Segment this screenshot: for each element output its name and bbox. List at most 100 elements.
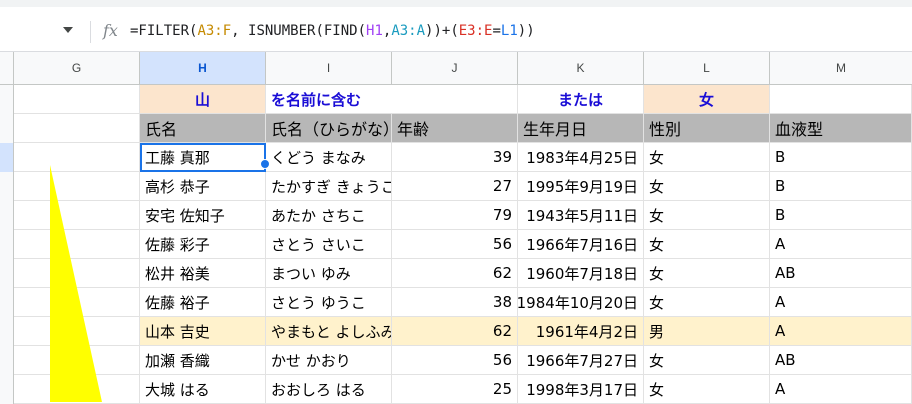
cell-birthdate[interactable]: 1961年4月2日 xyxy=(518,317,644,346)
cell-blood-type[interactable]: A xyxy=(770,317,912,346)
cell-name-hiragana[interactable]: まつい ゆみ xyxy=(266,259,392,288)
cell-g2[interactable] xyxy=(14,114,140,143)
cell-age[interactable]: 39 xyxy=(392,143,518,172)
cell-age[interactable]: 27 xyxy=(392,172,518,201)
cell-birthdate[interactable]: 1960年7月18日 xyxy=(518,259,644,288)
cell-gender[interactable]: 女 xyxy=(644,143,770,172)
criteria-cell-h1[interactable]: 山 xyxy=(140,85,266,114)
cell-name[interactable]: 佐藤 裕子 xyxy=(140,288,266,317)
table-row: 加瀬 香織 かせ かおり 56 1966年7月27日女 AB xyxy=(0,346,912,375)
column-header-m[interactable]: M xyxy=(770,52,912,84)
header-cell-blood-type[interactable]: 血液型 xyxy=(770,114,912,143)
row-header[interactable] xyxy=(0,172,14,201)
column-header-i[interactable]: I xyxy=(266,52,392,84)
cell-birthdate[interactable]: 1943年5月11日 xyxy=(518,201,644,230)
cell-birthdate[interactable]: 1983年4月25日 xyxy=(518,143,644,172)
cell-name[interactable]: 高杉 恭子 xyxy=(140,172,266,201)
table-row: 大城 はる おおしろ はる 25 1998年3月17日女 A xyxy=(0,375,912,404)
yellow-triangle-annotation xyxy=(50,165,102,402)
table-row: 松井 裕美 まつい ゆみ 62 1960年7月18日女 AB xyxy=(0,259,912,288)
header-cell-name-hiragana[interactable]: 氏名（ひらがな） xyxy=(266,114,392,143)
table-row: 安宅 佐知子 あたか さちこ 79 1943年5月11日女 B xyxy=(0,201,912,230)
cell-name[interactable]: 佐藤 彩子 xyxy=(140,230,266,259)
cell-age[interactable]: 56 xyxy=(392,346,518,375)
select-all-corner[interactable] xyxy=(0,52,14,84)
header-cell-gender[interactable]: 性別 xyxy=(644,114,770,143)
row-header[interactable] xyxy=(0,201,14,230)
cell-birthdate[interactable]: 1984年10月20日 xyxy=(518,288,644,317)
cell-name[interactable]: 大城 はる xyxy=(140,375,266,404)
row-header[interactable] xyxy=(0,143,14,172)
header-cell-age[interactable]: 年齢 xyxy=(392,114,518,143)
row-header[interactable] xyxy=(0,375,14,404)
formula-token: A3:F xyxy=(197,23,232,39)
cell-gender[interactable]: 女 xyxy=(644,375,770,404)
row-header[interactable] xyxy=(0,85,14,114)
criteria-cell-k1[interactable]: または xyxy=(518,85,644,114)
cell-age[interactable]: 62 xyxy=(392,317,518,346)
cell-name-hiragana[interactable]: さとう さいこ xyxy=(266,230,392,259)
cell-blood-type[interactable]: B xyxy=(770,172,912,201)
cell-gender[interactable]: 男 xyxy=(644,317,770,346)
fill-handle[interactable] xyxy=(260,159,270,169)
criteria-cell-i1[interactable]: を名前に含む xyxy=(266,85,392,114)
cell-blood-type[interactable]: AB xyxy=(770,346,912,375)
header-cell-birthdate[interactable]: 生年月日 xyxy=(518,114,644,143)
cell-age[interactable]: 62 xyxy=(392,259,518,288)
cell-name[interactable]: 松井 裕美 xyxy=(140,259,266,288)
cell-blood-type[interactable]: AB xyxy=(770,259,912,288)
cell-birthdate[interactable]: 1998年3月17日 xyxy=(518,375,644,404)
cell-birthdate[interactable]: 1966年7月16日 xyxy=(518,230,644,259)
cell-name-hiragana[interactable]: おおしろ はる xyxy=(266,375,392,404)
row-header[interactable] xyxy=(0,317,14,346)
chevron-down-icon[interactable] xyxy=(63,27,73,33)
table-row: 高杉 恭子 たかすぎ きょうこ 27 1995年9月19日女 B xyxy=(0,172,912,201)
column-header-h[interactable]: H xyxy=(140,52,266,84)
column-header-g[interactable]: G xyxy=(14,52,140,84)
cell-age[interactable]: 79 xyxy=(392,201,518,230)
column-header-k[interactable]: K xyxy=(518,52,644,84)
cell-gender[interactable]: 女 xyxy=(644,259,770,288)
cell-gender[interactable]: 女 xyxy=(644,288,770,317)
column-header-l[interactable]: L xyxy=(644,52,770,84)
header-cell-name[interactable]: 氏名 xyxy=(140,114,266,143)
cell-name[interactable]: 加瀬 香織 xyxy=(140,346,266,375)
cell-blood-type[interactable]: A xyxy=(770,230,912,259)
cell-birthdate[interactable]: 1995年9月19日 xyxy=(518,172,644,201)
cell-age[interactable]: 25 xyxy=(392,375,518,404)
cell-name[interactable]: 工藤 真那 xyxy=(140,143,266,172)
row-header[interactable] xyxy=(0,230,14,259)
formula-token: ))+( xyxy=(425,23,459,39)
table-header-row: 氏名 氏名（ひらがな） 年齢 生年月日 性別 血液型 xyxy=(0,114,912,143)
cell-name-hiragana[interactable]: たかすぎ きょうこ xyxy=(266,172,392,201)
cell-age[interactable]: 56 xyxy=(392,230,518,259)
cell-age[interactable]: 38 xyxy=(392,288,518,317)
row-header[interactable] xyxy=(0,288,14,317)
cell-gender[interactable]: 女 xyxy=(644,201,770,230)
cell-name-hiragana[interactable]: かせ かおり xyxy=(266,346,392,375)
cell-gender[interactable]: 女 xyxy=(644,172,770,201)
cell-name-hiragana[interactable]: さとう ゆうこ xyxy=(266,288,392,317)
row-header[interactable] xyxy=(0,114,14,143)
row-header[interactable] xyxy=(0,259,14,288)
cell-blood-type[interactable]: A xyxy=(770,288,912,317)
cell-blood-type[interactable]: A xyxy=(770,375,912,404)
cell-gender[interactable]: 女 xyxy=(644,346,770,375)
cell-gender[interactable]: 女 xyxy=(644,230,770,259)
column-header-j[interactable]: J xyxy=(392,52,518,84)
cell-g1[interactable] xyxy=(14,85,140,114)
criteria-cell-l1[interactable]: 女 xyxy=(644,85,770,114)
formula-input[interactable]: =FILTER(A3:F, ISNUMBER(FIND(H1,A3:A))+(E… xyxy=(130,23,535,39)
cell-name-hiragana[interactable]: あたか さちこ xyxy=(266,201,392,230)
cell-blood-type[interactable]: B xyxy=(770,201,912,230)
cell-birthdate[interactable]: 1966年7月27日 xyxy=(518,346,644,375)
formula-token: L1 xyxy=(500,23,518,39)
cell-name[interactable]: 山本 吉史 xyxy=(140,317,266,346)
row-header[interactable] xyxy=(0,346,14,375)
cell-m1[interactable] xyxy=(770,85,912,114)
cell-name-hiragana[interactable]: くどう まなみ xyxy=(266,143,392,172)
cell-blood-type[interactable]: B xyxy=(770,143,912,172)
cell-name-hiragana[interactable]: やまもと よしふみ xyxy=(266,317,392,346)
cell-j1[interactable] xyxy=(392,85,518,114)
cell-name[interactable]: 安宅 佐知子 xyxy=(140,201,266,230)
